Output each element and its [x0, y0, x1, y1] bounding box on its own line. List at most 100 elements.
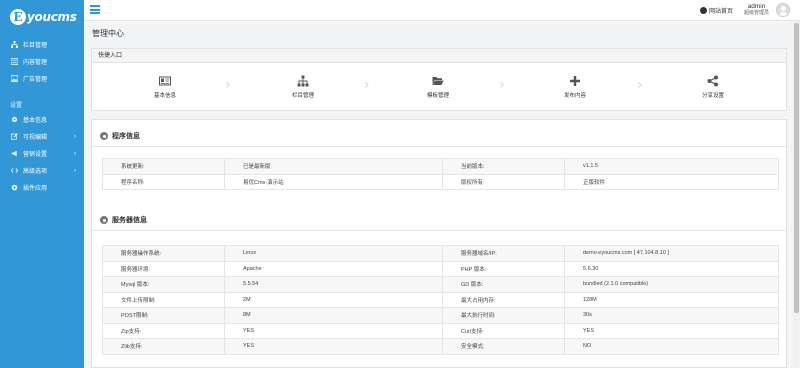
- table-cell: 30s: [564, 307, 779, 324]
- site-home-link[interactable]: 网站首页: [700, 6, 733, 15]
- sidebar-item-basic-info[interactable]: 基本信息: [0, 111, 84, 128]
- table-cell: 已是最新版: [224, 158, 443, 175]
- table-cell: demo.eyoucms.com [ 47.104.8.10 ]: [564, 245, 779, 262]
- section-icon: [100, 132, 108, 140]
- scrollbar-thumb[interactable]: [794, 23, 799, 313]
- table-cell: 128M: [564, 291, 779, 308]
- sidebar-section-settings: 设置: [10, 103, 23, 109]
- avatar[interactable]: [776, 3, 790, 17]
- table-row: Mysql 版本: 5.5.54 GD 版本: bundled (2.1.0 c…: [102, 276, 779, 293]
- page-title: 管理中心: [92, 29, 124, 38]
- program-info-heading: 程序信息: [100, 131, 140, 141]
- table-row: 服务器操作系统: Linux 服务器域名/IP: demo.eyoucms.co…: [102, 245, 779, 262]
- quick-entry-title: 快捷入口: [92, 49, 786, 63]
- table-cell: 服务器域名/IP:: [442, 245, 565, 262]
- chevron-right-icon: ›: [225, 77, 231, 93]
- chevron-right-icon: ›: [74, 133, 76, 140]
- divider: [92, 146, 786, 147]
- server-info-table: 服务器操作系统: Linux 服务器域名/IP: demo.eyoucms.co…: [102, 245, 779, 355]
- table-cell: 当前版本:: [442, 158, 565, 175]
- sidebar-item-content[interactable]: 内容管理: [0, 53, 84, 70]
- server-info-title: 服务器信息: [112, 217, 147, 224]
- table-cell: 8M: [224, 307, 443, 324]
- table-cell: Zip支持:: [102, 322, 225, 339]
- sidebar: E youcms 栏目管理 内容管理 广告管理 设置 基本信息 可视编辑 › 营…: [0, 0, 84, 368]
- list-icon: [10, 58, 18, 66]
- logo[interactable]: E youcms: [0, 0, 84, 34]
- table-cell: 服务器操作系统:: [102, 245, 225, 262]
- image-icon: [10, 75, 18, 83]
- edit-icon: [10, 133, 18, 141]
- user-name: admin: [747, 3, 766, 10]
- chevron-right-icon: ›: [74, 150, 76, 157]
- table-cell: 正版软件: [564, 173, 779, 190]
- table-cell: NO: [564, 338, 779, 355]
- divider: [92, 230, 786, 231]
- bullhorn-icon: [10, 150, 18, 158]
- quick-label: 发布内容: [563, 93, 586, 99]
- user-role: 超级管理员: [744, 10, 770, 16]
- sidebar-item-label: 栏目管理: [23, 43, 48, 49]
- sidebar-item-marketing[interactable]: 营销设置 ›: [0, 145, 84, 162]
- table-cell: 最大占用内存:: [442, 291, 565, 308]
- sidebar-item-ads[interactable]: 广告管理: [0, 70, 84, 87]
- sidebar-item-label: 高级选项: [23, 169, 48, 175]
- sidebar-item-plugins[interactable]: 插件应用: [0, 179, 84, 196]
- quick-basic-info[interactable]: 基本信息: [130, 74, 200, 99]
- table-row: 系统更新: 已是最新版 当前版本: v1.1.5: [102, 158, 779, 175]
- code-icon: [10, 167, 18, 175]
- table-cell: Apache: [224, 260, 443, 277]
- quick-templates[interactable]: 模板管理: [403, 74, 473, 99]
- program-info-table: 系统更新: 已是最新版 当前版本: v1.1.5 程序名称: 易优Cms-演示站…: [102, 158, 779, 190]
- sidebar-item-label: 内容管理: [23, 60, 48, 66]
- table-row: 服务器环境: Apache PHP 版本: 5.6.30: [102, 260, 779, 277]
- chevron-right-icon: ›: [74, 167, 76, 174]
- table-cell: 文件上传限制:: [102, 291, 225, 308]
- table-cell: Linux: [224, 245, 443, 262]
- sitemap-icon: [10, 41, 18, 49]
- info-panel: 程序信息 系统更新: 已是最新版 当前版本: v1.1.5 程序名称: 易优Cm…: [91, 119, 787, 368]
- quick-share[interactable]: 分享设置: [678, 74, 748, 99]
- quick-publish[interactable]: 发布内容: [540, 74, 610, 99]
- sidebar-item-advanced[interactable]: 高级选项 ›: [0, 162, 84, 179]
- table-cell: 2M: [224, 291, 443, 308]
- table-cell: Mysql 版本:: [102, 276, 225, 293]
- table-cell: Zlib支持:: [102, 338, 225, 355]
- table-cell: YES: [564, 322, 779, 339]
- id-card-icon: [130, 74, 200, 88]
- table-cell: 安全模式:: [442, 338, 565, 355]
- quick-entry-panel: 快捷入口 基本信息 › 栏目管理 › 模板管理 › 发布内容 › 分享设置: [91, 48, 787, 111]
- menu-toggle-icon[interactable]: [90, 5, 100, 14]
- top-bar: 网站首页 admin 超级管理员: [84, 0, 800, 21]
- chevron-right-icon: ›: [499, 77, 505, 93]
- sidebar-item-visual-edit[interactable]: 可视编辑 ›: [0, 128, 84, 145]
- section-icon: [100, 216, 108, 224]
- table-row: POST限制: 8M 最大执行时间: 30s: [102, 307, 779, 324]
- user-menu[interactable]: admin 超级管理员: [744, 3, 769, 17]
- chevron-right-icon: ›: [364, 77, 370, 93]
- logo-mark: E: [10, 9, 26, 25]
- table-row: 文件上传限制: 2M 最大占用内存: 128M: [102, 291, 779, 308]
- sidebar-item-columns[interactable]: 栏目管理: [0, 36, 84, 53]
- table-cell: bundled (2.1.0 compatible): [564, 276, 779, 293]
- table-row: Zip支持: YES Curl支持: YES: [102, 322, 779, 339]
- quick-columns[interactable]: 栏目管理: [268, 74, 338, 99]
- sidebar-item-label: 插件应用: [23, 186, 48, 192]
- quick-label: 分享设置: [701, 93, 724, 99]
- sidebar-item-label: 可视编辑: [23, 135, 48, 141]
- server-info-heading: 服务器信息: [100, 215, 147, 225]
- table-row: 程序名称: 易优Cms-演示站 版权所有: 正版软件: [102, 173, 779, 190]
- sidebar-item-label: 营销设置: [23, 152, 48, 158]
- scrollbar[interactable]: [793, 21, 800, 368]
- gear-icon: [10, 116, 18, 124]
- program-info-title: 程序信息: [112, 133, 140, 140]
- share-icon: [678, 74, 748, 88]
- table-cell: 服务器环境:: [102, 260, 225, 277]
- sidebar-item-label: 基本信息: [23, 118, 48, 124]
- table-cell: 系统更新:: [102, 158, 225, 175]
- table-cell: v1.1.5: [564, 158, 779, 175]
- table-cell: PHP 版本:: [442, 260, 565, 277]
- table-cell: POST限制:: [102, 307, 225, 324]
- sitemap-icon: [268, 74, 338, 88]
- table-cell: Curl支持:: [442, 322, 565, 339]
